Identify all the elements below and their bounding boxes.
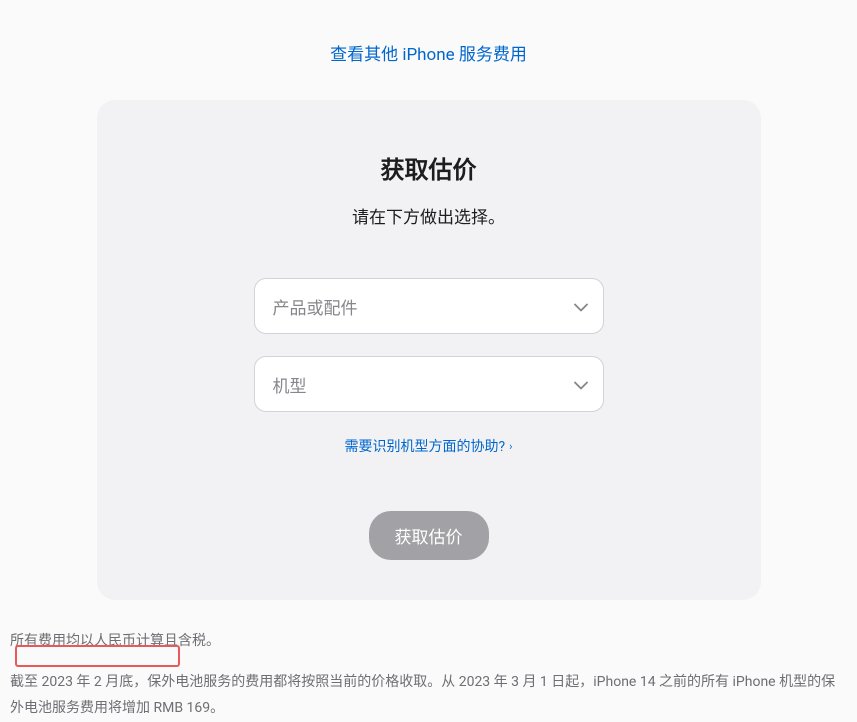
product-select[interactable]: 产品或配件 [254, 278, 604, 334]
identify-model-help-link[interactable]: 需要识别机型方面的协助? › [345, 436, 513, 456]
chevron-right-icon: › [509, 440, 512, 453]
model-select-wrap: 机型 [254, 356, 604, 412]
card-title: 获取估价 [117, 150, 741, 185]
footnote-tax: 所有费用均以人民币计算且含税。 [10, 628, 847, 655]
footnote-price-increase: 截至 2023 年 2 月底，保外电池服务的费用都将按照当前的价格收取。从 20… [10, 669, 847, 722]
other-services-link[interactable]: 查看其他 iPhone 服务费用 [0, 40, 857, 65]
card-subtitle: 请在下方做出选择。 [117, 203, 741, 228]
help-link-text: 需要识别机型方面的协助? [345, 436, 506, 456]
get-estimate-button[interactable]: 获取估价 [369, 511, 489, 560]
model-select[interactable]: 机型 [254, 356, 604, 412]
estimate-card: 获取估价 请在下方做出选择。 产品或配件 机型 需要识别机型方面的协助? › 获… [97, 100, 761, 600]
product-select-wrap: 产品或配件 [254, 278, 604, 334]
